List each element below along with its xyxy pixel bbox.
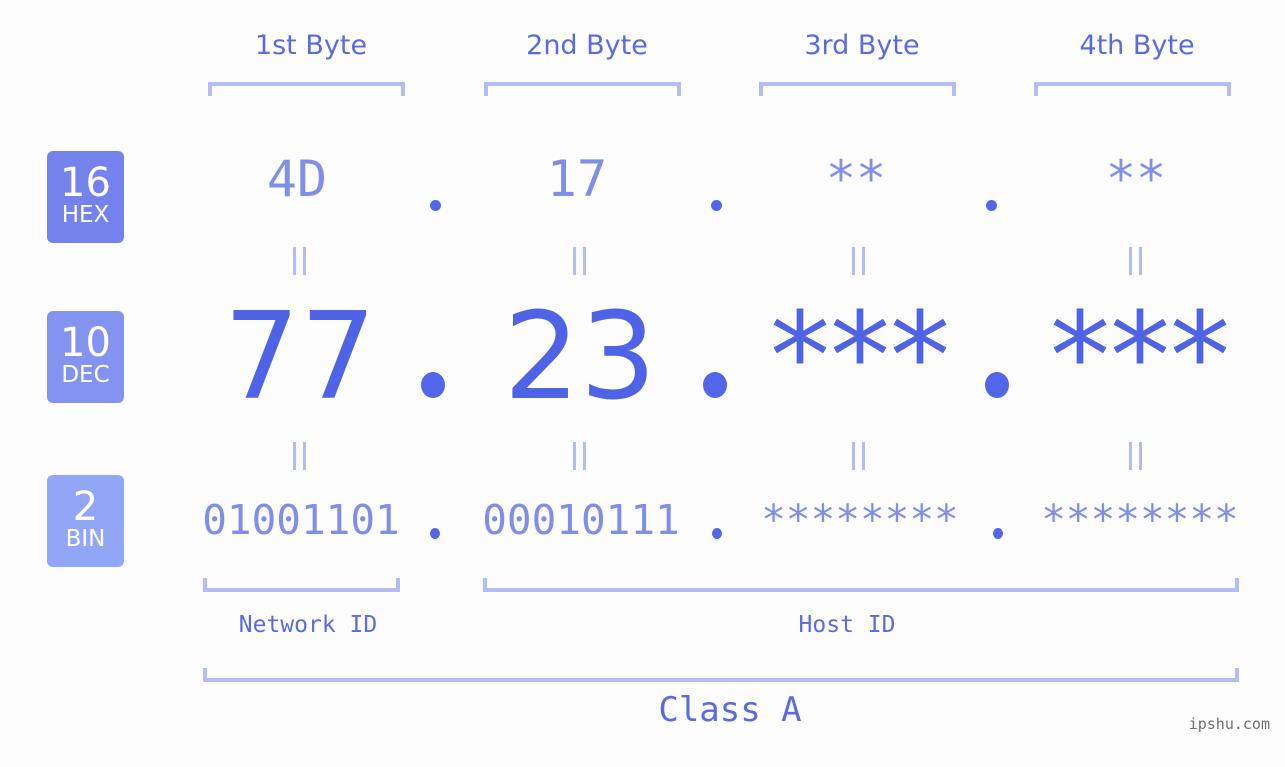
byte-bracket-3 [759, 82, 956, 96]
hex-byte-1: 4D [266, 150, 328, 208]
dec-byte-2: 23 [503, 288, 657, 427]
bin-base-number: 2 [72, 484, 99, 530]
watermark: ipshu.com [1188, 715, 1270, 733]
class-bracket [203, 668, 1239, 682]
dec-badge: 10 DEC [47, 311, 124, 403]
bin-byte-4: ******** [1041, 496, 1239, 544]
hex-base-number: 16 [60, 160, 111, 206]
dec-dot-separator [703, 372, 727, 398]
byte-header-3: 3rd Byte [804, 30, 920, 61]
bin-dot-separator [712, 528, 722, 539]
dec-byte-1: 77 [223, 288, 377, 427]
hex-dot-separator [711, 200, 722, 211]
network-id-bracket [203, 578, 400, 592]
byte-bracket-2 [484, 82, 681, 96]
dec-dot-separator [421, 372, 445, 398]
byte-header-4: 4th Byte [1079, 30, 1195, 61]
bin-dot-separator [993, 528, 1003, 539]
dec-base-number: 10 [60, 320, 111, 366]
bin-badge: 2 BIN [47, 475, 124, 567]
bin-dot-separator [430, 528, 440, 539]
equals-icon [1126, 247, 1146, 275]
bin-byte-3: ******** [761, 496, 959, 544]
equals-icon [849, 247, 869, 275]
byte-header-2: 2nd Byte [526, 30, 648, 61]
dec-base-label: DEC [61, 362, 110, 388]
hex-badge: 16 HEX [47, 151, 124, 243]
equals-icon [1126, 442, 1146, 470]
equals-icon [290, 442, 310, 470]
hex-byte-3: ** [825, 150, 887, 208]
hex-byte-4: ** [1105, 150, 1167, 208]
network-id-label: Network ID [238, 612, 378, 638]
byte-bracket-1 [208, 82, 405, 96]
hex-dot-separator [986, 200, 997, 211]
dec-dot-separator [985, 372, 1009, 398]
host-id-bracket [483, 578, 1239, 592]
byte-header-1: 1st Byte [254, 30, 368, 61]
class-label: Class A [658, 690, 802, 730]
equals-icon [570, 247, 590, 275]
host-id-label: Host ID [798, 612, 896, 638]
hex-base-label: HEX [61, 202, 110, 228]
dec-byte-4: *** [1050, 288, 1230, 427]
hex-dot-separator [430, 200, 441, 211]
bin-byte-1: 01001101 [202, 496, 400, 544]
equals-icon [290, 247, 310, 275]
hex-byte-2: 17 [546, 150, 608, 208]
bin-base-label: BIN [65, 526, 106, 552]
dec-byte-3: *** [770, 288, 950, 427]
bin-byte-2: 00010111 [482, 496, 680, 544]
equals-icon [849, 442, 869, 470]
equals-icon [570, 442, 590, 470]
byte-bracket-4 [1034, 82, 1231, 96]
